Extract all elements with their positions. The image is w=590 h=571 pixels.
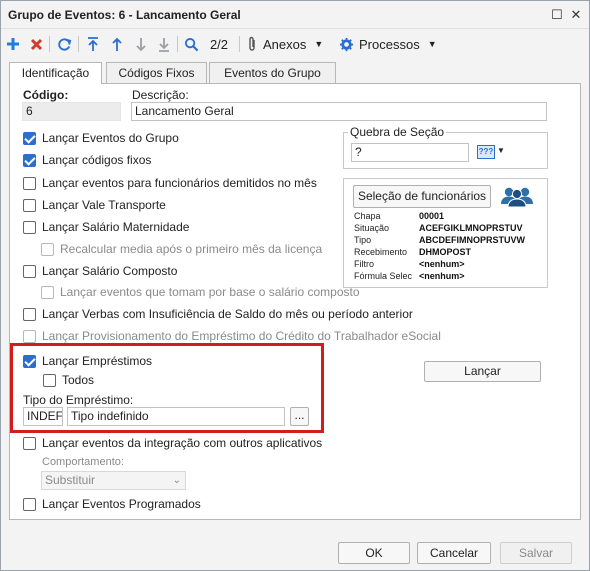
save-button[interactable]: Salvar	[500, 542, 572, 564]
record-position: 2/2	[209, 36, 229, 52]
info-value: DHMOPOST	[419, 247, 472, 257]
users-group-icon	[501, 187, 533, 207]
selecao-info: Chapa 00001 Situação ACEFGIKLMNOPRSTUV T…	[354, 211, 546, 283]
ok-button[interactable]: OK	[338, 542, 410, 564]
checkbox[interactable]	[23, 132, 36, 145]
option-label: Lançar Verbas com Insuficiência de Saldo…	[42, 307, 413, 321]
toolbar-separator	[49, 36, 50, 52]
chevron-down-icon: ⌄	[172, 475, 181, 486]
option-label: Lançar códigos fixos	[42, 153, 152, 167]
info-key: Fórmula Selec	[354, 271, 413, 281]
info-key: Recebimento	[354, 247, 408, 257]
previous-record-icon[interactable]	[109, 34, 125, 54]
option-label: Lançar Salário Composto	[42, 264, 178, 278]
option-label: Lançar Eventos do Grupo	[42, 131, 179, 145]
option-label: Lançar Eventos Programados	[42, 497, 201, 511]
option-label: Lançar eventos da integração com outros …	[42, 436, 323, 450]
tab-eventos-do-grupo[interactable]: Eventos do Grupo	[209, 62, 336, 83]
codigo-label: Código:	[23, 88, 69, 102]
info-value: 00001	[419, 211, 445, 221]
info-value: <nenhum>	[419, 259, 465, 269]
checkbox[interactable]	[23, 498, 36, 511]
option-label: Lançar eventos que tomam por base o salá…	[60, 285, 360, 299]
checkbox	[41, 286, 54, 299]
attachments-label: Anexos	[263, 36, 307, 52]
option-label: Lançar Vale Transporte	[42, 198, 166, 212]
checkbox[interactable]	[23, 437, 36, 450]
descricao-label: Descrição:	[132, 88, 189, 102]
last-record-icon[interactable]	[156, 34, 172, 54]
checkbox	[23, 330, 36, 343]
attachments-button[interactable]: Anexos ▼	[247, 34, 327, 54]
lancar-button[interactable]: Lançar	[424, 361, 541, 382]
option-label: Lançar Salário Maternidade	[42, 220, 190, 234]
checkbox[interactable]	[23, 154, 36, 167]
picker-text: ???	[477, 145, 495, 159]
gear-icon	[339, 37, 354, 51]
checkbox[interactable]	[23, 199, 36, 212]
tab-identificacao[interactable]: Identificação	[9, 62, 102, 84]
comportamento-value: Substituir	[45, 473, 96, 487]
toolbar-separator	[78, 36, 79, 52]
search-icon[interactable]	[183, 34, 199, 54]
toolbar-separator	[239, 36, 240, 52]
info-value: ACEFGIKLMNOPRSTUV	[419, 223, 523, 233]
emprestimos-highlight	[10, 343, 324, 433]
chevron-down-icon: ▼	[427, 39, 437, 49]
comportamento-select: Substituir ⌄	[41, 471, 186, 490]
window-title: Grupo de Eventos: 6 - Lancamento Geral	[8, 8, 241, 22]
plus-icon[interactable]	[5, 34, 21, 54]
checkbox[interactable]	[23, 177, 36, 190]
restore-button[interactable]: ☐	[548, 6, 566, 24]
delete-x-icon[interactable]	[28, 34, 44, 54]
chevron-down-icon: ▼	[497, 146, 505, 155]
refresh-icon[interactable]	[56, 34, 72, 54]
toolbar-separator	[177, 36, 178, 52]
close-button[interactable]: ✕	[567, 6, 585, 24]
checkbox[interactable]	[23, 221, 36, 234]
chevron-down-icon: ▼	[314, 39, 324, 49]
option-label: Lançar eventos para funcionários demitid…	[42, 176, 317, 190]
info-key: Situação	[354, 223, 390, 233]
dialog-window: Grupo de Eventos: 6 - Lancamento Geral ☐…	[0, 0, 590, 571]
checkbox[interactable]	[23, 308, 36, 321]
processes-label: Processos	[359, 36, 420, 52]
paperclip-icon	[249, 36, 255, 51]
info-value: ABCDEFIMNOPRSTUVW	[419, 235, 525, 245]
info-key: Tipo	[354, 235, 372, 245]
processes-button[interactable]: Processos ▼	[339, 34, 439, 54]
checkbox[interactable]	[23, 265, 36, 278]
option-label: Lançar Provisionamento do Empréstimo do …	[42, 329, 441, 343]
info-key: Chapa	[354, 211, 381, 221]
quebra-secao-picker[interactable]: ??? ▼	[477, 144, 505, 161]
option-label: Recalcular media após o primeiro mês da …	[60, 242, 323, 256]
comportamento-label: Comportamento:	[42, 456, 124, 468]
quebra-secao-field[interactable]: ?	[351, 143, 469, 162]
cancel-button[interactable]: Cancelar	[417, 542, 491, 564]
identificacao-panel: Código: 6 Descrição: Lancamento Geral La…	[9, 83, 581, 520]
toolbar: 2/2 Anexos ▼ Processos ▼	[1, 30, 589, 58]
descricao-field[interactable]: Lancamento Geral	[131, 102, 547, 121]
next-record-icon[interactable]	[133, 34, 149, 54]
quebra-secao-label: Quebra de Seção	[348, 125, 447, 139]
info-value: <nenhum>	[419, 271, 465, 281]
selecao-funcionarios-button[interactable]: Seleção de funcionários	[353, 185, 491, 208]
first-record-icon[interactable]	[85, 34, 101, 54]
title-bar: Grupo de Eventos: 6 - Lancamento Geral ☐…	[1, 1, 589, 29]
checkbox	[41, 243, 54, 256]
tab-codigos-fixos[interactable]: Códigos Fixos	[106, 62, 207, 83]
codigo-field: 6	[22, 102, 121, 121]
info-key: Filtro	[354, 259, 374, 269]
